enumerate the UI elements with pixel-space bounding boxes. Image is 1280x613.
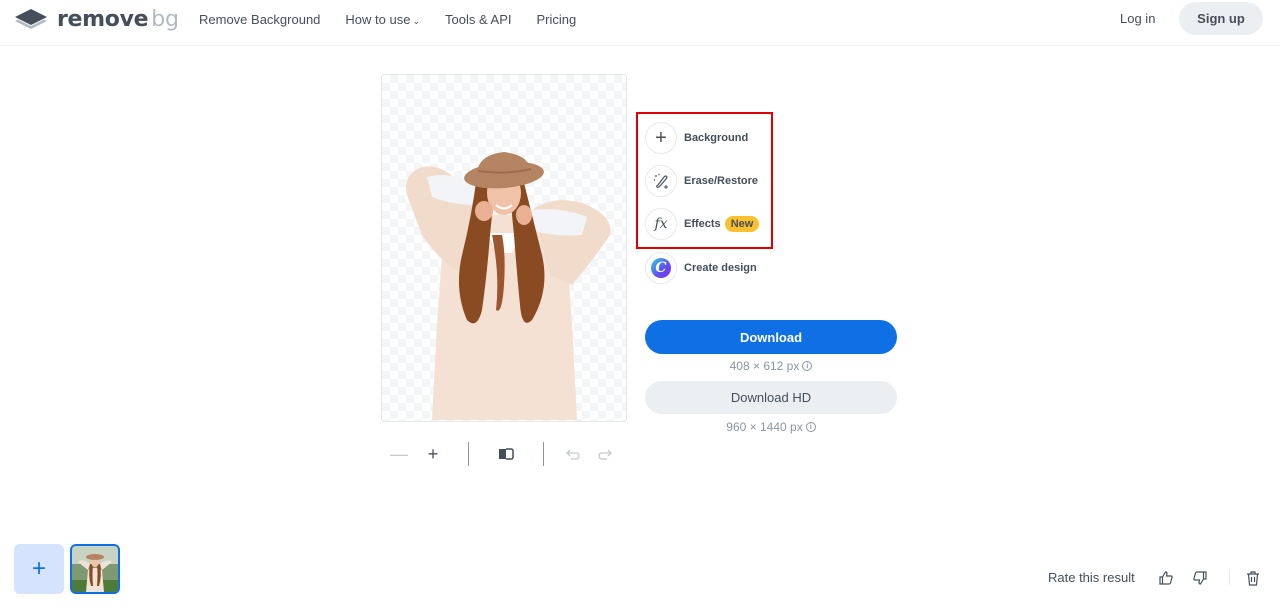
download-hd-size: 960 × 1440 px — [726, 420, 803, 434]
main-nav: Remove Background How to use ⌄ Tools & AP… — [199, 10, 601, 30]
nav-label: How to use — [345, 12, 411, 27]
download-button[interactable]: Download — [645, 320, 897, 354]
info-icon[interactable]: i — [802, 361, 813, 371]
tool-icon-wrapper: C — [645, 252, 677, 284]
cutout-image — [406, 152, 611, 420]
toolbar-divider — [543, 442, 544, 466]
download-size: 408 × 612 px — [729, 359, 800, 373]
redo-icon — [598, 449, 612, 460]
login-link[interactable]: Log in — [1120, 10, 1155, 28]
add-image-button[interactable]: + — [14, 544, 64, 594]
magic-brush-icon — [653, 173, 668, 189]
result-image-preview[interactable] — [381, 74, 627, 422]
thumbnail-image — [72, 546, 118, 592]
signup-button[interactable]: Sign up — [1179, 2, 1263, 35]
canva-icon: C — [651, 258, 671, 278]
rate-divider — [1229, 569, 1230, 585]
nav-label: Pricing — [536, 12, 577, 27]
tool-effects[interactable]: fx Effects New — [645, 207, 760, 241]
image-toolbar: — + — [388, 441, 616, 467]
nav-remove-background[interactable]: Remove Background — [199, 10, 320, 30]
tool-label: Background — [684, 132, 749, 144]
plus-icon: + — [655, 127, 667, 149]
download-hd-button[interactable]: Download HD — [645, 381, 897, 414]
tool-label: Effects — [684, 218, 721, 230]
fx-icon: fx — [654, 216, 668, 232]
redo-button[interactable] — [594, 443, 616, 465]
image-thumbnail[interactable] — [70, 544, 120, 594]
thumbs-up-icon — [1159, 571, 1173, 585]
tool-erase-restore[interactable]: Erase/Restore — [645, 164, 758, 198]
trash-icon — [1247, 571, 1259, 586]
nav-tools-api[interactable]: Tools & API — [445, 10, 511, 30]
tool-background[interactable]: + Background — [645, 121, 748, 155]
compare-icon — [499, 448, 514, 460]
nav-pricing[interactable]: Pricing — [536, 10, 576, 30]
nav-label: Tools & API — [445, 12, 512, 27]
thumbs-down-icon — [1193, 571, 1207, 585]
logo[interactable]: remove bg — [14, 6, 179, 32]
minus-icon: — — [390, 443, 408, 464]
tool-icon-wrapper: fx — [645, 208, 677, 240]
chevron-down-icon: ⌄ — [412, 16, 420, 26]
tool-icon-wrapper: + — [645, 122, 677, 154]
toolbar-divider — [468, 442, 469, 466]
layers-logo-icon — [15, 9, 47, 29]
rate-result-label: Rate this result — [1048, 570, 1135, 585]
undo-button[interactable] — [562, 443, 584, 465]
tool-icon-wrapper — [645, 165, 677, 197]
new-badge: New — [724, 216, 760, 232]
zoom-in-button[interactable]: + — [422, 443, 444, 465]
zoom-out-button[interactable]: — — [388, 443, 410, 465]
tool-label: Erase/Restore — [684, 175, 758, 187]
nav-how-to-use[interactable]: How to use ⌄ — [345, 10, 420, 30]
download-hd-size-note: 960 × 1440 px i — [645, 420, 897, 434]
undo-icon — [566, 449, 580, 460]
download-size-note: 408 × 612 px i — [645, 359, 897, 373]
tool-create-design[interactable]: C Create design — [645, 251, 757, 285]
nav-label: Remove Background — [199, 12, 321, 27]
info-icon[interactable]: i — [805, 422, 816, 432]
thumbs-down-button[interactable] — [1189, 567, 1211, 589]
logo-text: remove bg — [57, 6, 179, 32]
top-navigation: remove bg Remove Background How to use ⌄ T… — [0, 0, 1280, 46]
tool-label: Create design — [684, 262, 757, 274]
delete-button[interactable] — [1242, 567, 1264, 589]
compare-button[interactable] — [495, 443, 517, 465]
plus-icon: + — [427, 443, 439, 464]
thumbs-up-button[interactable] — [1155, 567, 1177, 589]
